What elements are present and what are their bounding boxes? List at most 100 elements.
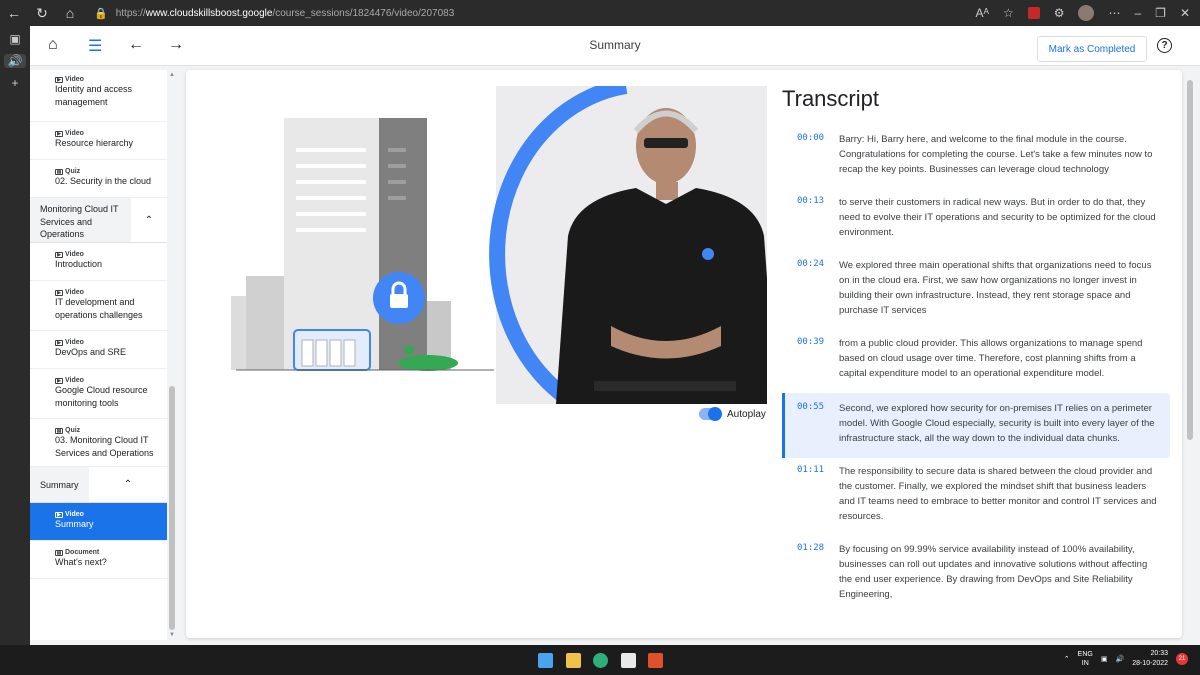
transcript-timestamp[interactable]: 00:39 (797, 336, 839, 381)
nav-item-it-dev[interactable]: ▶ Video IT development and operations cha… (30, 281, 167, 331)
section-summary[interactable]: Summary ⌃ (30, 467, 167, 503)
nav-item-monitoring-tools[interactable]: ▶ Video Google Cloud resource monitoring … (30, 369, 167, 419)
arrow-right-icon[interactable]: → (168, 36, 184, 54)
url-domain: www.cloudskillsboost.google (145, 7, 273, 19)
language-code: ENG (1077, 651, 1093, 658)
extensions-puzzle-icon[interactable]: ⚙ (1054, 6, 1065, 20)
quiz-icon: ▤ (55, 168, 63, 175)
nav-item-quiz-security[interactable]: ▤ Quiz 02. Security in the cloud (30, 160, 167, 198)
transcript-timestamp[interactable]: 00:24 (797, 258, 839, 318)
transcript-text: By focusing on 99.99% service availabili… (839, 544, 1148, 600)
minimize-icon[interactable]: – (1134, 6, 1141, 20)
language-indicator[interactable]: ENG IN (1078, 650, 1093, 668)
close-icon[interactable]: ✕ (1180, 6, 1190, 20)
nav-item-whats-next[interactable]: ▤ Document What's next? (30, 541, 167, 579)
transcript-timestamp[interactable]: 00:13 (797, 195, 839, 240)
section-label: Monitoring Cloud IT Services and Operati… (30, 203, 122, 241)
file-explorer-icon[interactable] (566, 653, 581, 668)
audio-tab-icon[interactable]: 🔊 (4, 54, 26, 68)
display-icon[interactable]: ▣ (1101, 655, 1108, 663)
autoplay-control[interactable]: Autoplay (699, 407, 766, 421)
transcript-timestamp[interactable]: 01:11 (797, 464, 839, 524)
transcript-row[interactable]: 00:00 Barry: Hi, Barry here, and welcome… (782, 126, 1170, 189)
document-icon: ▤ (55, 549, 63, 556)
app-icon[interactable] (648, 653, 663, 668)
nav-item-label: Identity and access management (55, 84, 133, 107)
autoplay-toggle[interactable] (699, 407, 722, 421)
nav-item-resource-hierarchy[interactable]: ▶ Video Resource hierarchy (30, 122, 167, 160)
nav-item-label: DevOps and SRE (55, 347, 127, 357)
volume-icon[interactable]: 🔊 (1115, 655, 1124, 663)
nav-item-introduction[interactable]: ▶ Video Introduction (30, 243, 167, 281)
reader-icon[interactable]: Aᴬ (976, 6, 989, 20)
video-player[interactable] (196, 86, 767, 404)
transcript-timestamp[interactable]: 00:00 (797, 132, 839, 177)
notification-badge[interactable]: 21 (1176, 653, 1188, 665)
notepad-icon[interactable] (621, 653, 636, 668)
extension-icon[interactable] (1027, 7, 1040, 19)
system-tray: ⌃ ENG IN ▣ 🔊 20:33 28-10-2022 21 (1064, 649, 1188, 669)
transcript-timestamp[interactable]: 01:28 (797, 542, 839, 602)
nav-item-label: Resource hierarchy (55, 138, 134, 148)
scrollbar-thumb[interactable] (169, 386, 175, 630)
arrow-left-icon[interactable]: ← (128, 36, 144, 54)
more-menu-icon[interactable]: ⋯ (1108, 6, 1120, 20)
transcript-row[interactable]: 01:28 By focusing on 99.99% service avai… (782, 536, 1170, 614)
transcript-timestamp[interactable]: 00:55 (797, 401, 839, 446)
nav-type-label: Document (65, 549, 100, 556)
edge-browser-icon[interactable] (593, 653, 608, 668)
scrollbar-thumb[interactable] (1187, 80, 1193, 440)
help-icon[interactable]: ? (1157, 38, 1172, 53)
nav-item-identity[interactable]: ▶ Video Identity and access management (30, 70, 167, 122)
address-bar[interactable]: 🔒 https://www.cloudskillsboost.google/co… (94, 3, 974, 23)
transcript-text: Barry: Hi, Barry here, and welcome to th… (839, 134, 1153, 175)
nav-item-devops[interactable]: ▶ Video DevOps and SRE (30, 331, 167, 369)
refresh-icon[interactable]: ↻ (28, 0, 56, 26)
video-icon: ▶ (55, 377, 63, 384)
back-icon[interactable]: ← (0, 0, 28, 26)
new-tab-icon[interactable]: + (11, 76, 18, 90)
transcript-row-active[interactable]: 00:55 Second, we explored how security f… (782, 393, 1170, 458)
course-outline: ▶ Video Identity and access management ▶ V… (30, 70, 167, 640)
scroll-down-icon[interactable]: ▼ (169, 632, 175, 638)
transcript-title: Transcript (782, 86, 879, 111)
quiz-icon: ▤ (55, 427, 63, 434)
transcript-row[interactable]: 00:24 We explored three main operational… (782, 252, 1170, 330)
profile-avatar[interactable] (1078, 5, 1095, 21)
transcript-scrollbar[interactable] (1186, 70, 1194, 638)
chevron-up-icon[interactable]: ⌃ (131, 198, 167, 242)
nav-item-summary[interactable]: ▶ Video Summary (30, 503, 167, 541)
section-monitoring[interactable]: Monitoring Cloud IT Services and Operati… (30, 198, 167, 243)
favorite-icon[interactable]: ☆ (1003, 6, 1014, 20)
nav-item-quiz-monitoring[interactable]: ▤ Quiz 03. Monitoring Cloud IT Services a… (30, 419, 167, 467)
transcript-text: from a public cloud provider. This allow… (839, 338, 1143, 379)
mark-as-completed-button[interactable]: Mark as Completed (1037, 36, 1147, 62)
clock[interactable]: 20:33 28-10-2022 (1132, 649, 1168, 669)
taskbar: ⌃ ENG IN ▣ 🔊 20:33 28-10-2022 21 (0, 645, 1200, 675)
nav-type-label: Video (65, 76, 84, 83)
chevron-up-icon[interactable]: ⌃ (89, 467, 167, 502)
transcript-row[interactable]: 01:11 The responsibility to secure data … (782, 458, 1170, 536)
transcript-row[interactable]: 00:13 to serve their customers in radica… (782, 189, 1170, 252)
sidebar-scrollbar[interactable]: ▲ ▼ (167, 70, 177, 640)
video-icon: ▶ (55, 289, 63, 296)
nav-item-label: Summary (55, 519, 94, 529)
browser-actions: Aᴬ ☆ ⚙ ⋯ – ❐ ✕ (976, 0, 1190, 26)
transcript-row[interactable]: 00:39 from a public cloud provider. This… (782, 330, 1170, 393)
transcript-text: to serve their customers in radical new … (839, 197, 1156, 238)
list-icon[interactable]: ☰ (88, 36, 102, 56)
nav-type-label: Video (65, 289, 84, 296)
autoplay-label: Autoplay (727, 408, 766, 420)
windows-start-icon[interactable] (538, 653, 553, 668)
chevron-up-icon[interactable]: ⌃ (1064, 655, 1070, 663)
tab-actions-icon[interactable]: ▣ (9, 32, 20, 46)
home-icon[interactable]: ⌂ (56, 0, 84, 26)
section-label: Summary (30, 479, 88, 492)
scroll-up-icon[interactable]: ▲ (169, 72, 175, 78)
lesson-content: Autoplay Transcript 00:00 Barry: Hi, Bar… (186, 70, 1182, 638)
nav-item-label: IT development and operations challenges (55, 297, 143, 320)
url-path: /course_sessions/1824476/video/207083 (272, 7, 455, 19)
video-frame (231, 86, 767, 404)
home-icon[interactable]: ⌂ (48, 36, 58, 54)
restore-icon[interactable]: ❐ (1155, 6, 1166, 20)
